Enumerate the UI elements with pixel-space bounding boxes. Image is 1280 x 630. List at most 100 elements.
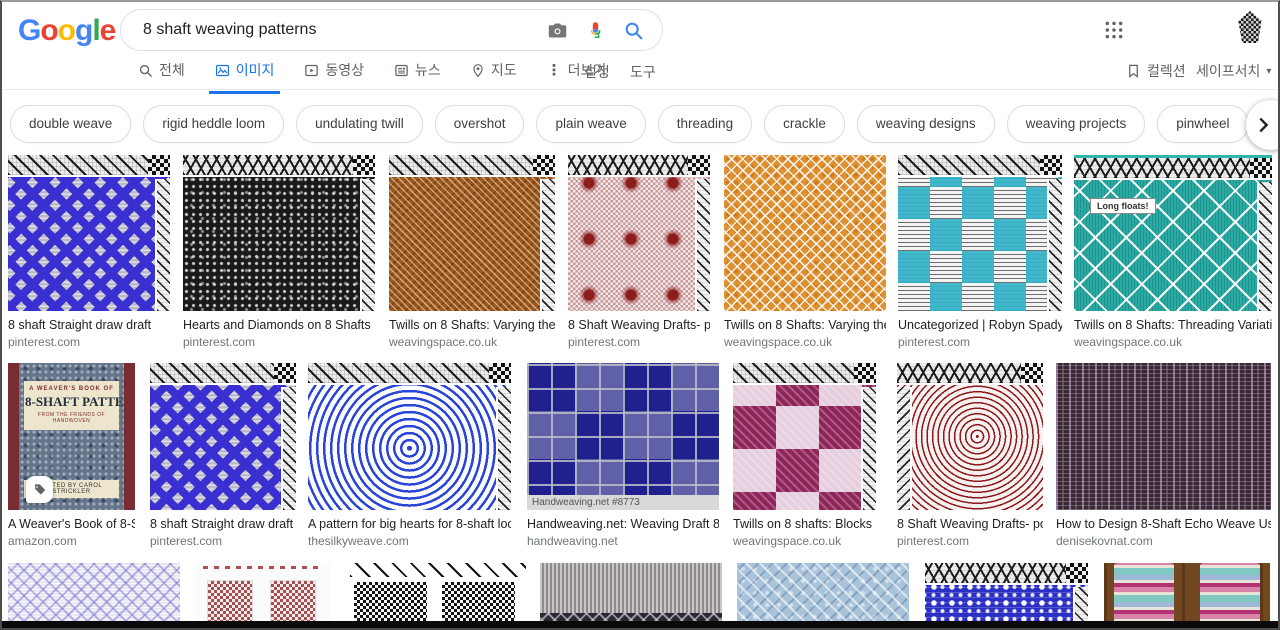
result-thumbnail[interactable] <box>898 155 1062 311</box>
tools-link[interactable]: 도구 <box>630 62 656 82</box>
result-title[interactable]: Twills on 8 Shafts: Varying the ... <box>389 318 555 332</box>
weaving-draft-strip <box>897 363 1043 385</box>
product-tag-badge[interactable] <box>26 476 53 503</box>
result-domain[interactable]: pinterest.com <box>150 534 296 548</box>
tab-images[interactable]: 이미지 <box>208 60 281 94</box>
voice-search-icon[interactable] <box>582 17 608 43</box>
image-result: Long floats! Twills on 8 Shafts: Threadi… <box>1074 155 1272 349</box>
result-title[interactable]: Twills on 8 shafts: Blocks | ... <box>733 517 876 531</box>
safesearch-dropdown[interactable]: 세이프서치 ▾ <box>1196 61 1271 81</box>
result-title[interactable]: A pattern for big hearts for 8-shaft loo… <box>308 517 511 531</box>
image-result: Hearts and Diamonds on 8 Shafts 10 ... p… <box>183 155 375 349</box>
result-title[interactable]: Uncategorized | Robyn Spady's ... <box>898 318 1062 332</box>
result-title[interactable]: Twills on 8 Shafts: Threading Variatio..… <box>1074 318 1272 332</box>
chip-double-weave[interactable]: double weave <box>10 105 132 143</box>
tab-maps[interactable]: 지도 <box>471 60 517 84</box>
chip-undulating-twill[interactable]: undulating twill <box>296 105 423 143</box>
header-divider <box>0 89 1280 90</box>
chevron-down-icon: ▾ <box>1266 65 1272 77</box>
image-annotation-label: Long floats! <box>1090 198 1156 214</box>
logo-letter: G <box>18 14 41 47</box>
camera-icon[interactable] <box>544 17 570 43</box>
chip-weaving-projects[interactable]: weaving projects <box>1006 105 1146 143</box>
logo-letter: o <box>40 14 58 47</box>
result-thumbnail[interactable] <box>733 363 876 510</box>
result-title[interactable]: A Weaver's Book of 8-S... <box>8 517 135 531</box>
related-search-chips: double weave rigid heddle loom undulatin… <box>0 102 1280 146</box>
result-thumbnail[interactable]: Long floats! <box>1074 155 1272 311</box>
result-thumbnail-book-cover[interactable]: A WEAVER'S BOOK OF 8-SHAFT PATTERNS FROM… <box>8 363 135 510</box>
result-domain[interactable]: pinterest.com <box>568 335 710 349</box>
image-result: Twills on 8 Shafts: Varying the ... weav… <box>724 155 886 349</box>
result-thumbnail[interactable] <box>8 155 170 311</box>
settings-link[interactable]: 설정 <box>584 62 610 82</box>
result-domain[interactable]: thesilkyweave.com <box>308 534 511 548</box>
google-logo[interactable]: Google <box>18 14 116 48</box>
result-thumbnail[interactable] <box>150 363 296 510</box>
result-domain[interactable]: pinterest.com <box>183 335 375 349</box>
result-title[interactable]: 8 shaft Straight draw draft <box>8 318 170 332</box>
result-domain[interactable]: denisekovnat.com <box>1056 534 1271 548</box>
result-thumbnail[interactable] <box>8 563 180 630</box>
weaving-draft-strip <box>360 179 375 311</box>
tab-all[interactable]: 전체 <box>138 60 185 84</box>
result-title[interactable]: 8 Shaft Weaving Drafts- p... <box>568 318 710 332</box>
collections-button[interactable]: 컬렉션 <box>1126 61 1186 81</box>
result-thumbnail[interactable] <box>925 563 1088 630</box>
result-title[interactable]: 8 Shaft Weaving Drafts- poi... <box>897 517 1043 531</box>
result-domain[interactable]: weavingspace.co.uk <box>389 335 555 349</box>
result-thumbnail[interactable] <box>308 363 511 510</box>
result-domain[interactable]: pinterest.com <box>898 335 1062 349</box>
account-avatar[interactable] <box>1238 11 1262 43</box>
result-thumbnail[interactable] <box>1056 363 1271 510</box>
result-thumbnail[interactable] <box>897 363 1043 510</box>
weaving-draft-strip <box>1257 182 1272 311</box>
search-input[interactable]: 8 shaft weaving patterns <box>143 21 532 39</box>
result-thumbnail[interactable] <box>350 563 526 630</box>
google-images-page: Google 8 shaft weaving patterns 전체 이미지 동… <box>0 0 1280 630</box>
result-title[interactable]: Handweaving.net: Weaving Draft 8 sh... <box>527 517 719 531</box>
result-thumbnail[interactable] <box>183 155 375 311</box>
result-thumbnail[interactable] <box>737 563 909 630</box>
result-thumbnail[interactable] <box>389 155 555 311</box>
chip-crackle[interactable]: crackle <box>764 105 845 143</box>
bookmark-icon <box>1129 64 1138 78</box>
result-domain[interactable]: weavingspace.co.uk <box>1074 335 1272 349</box>
result-domain[interactable]: pinterest.com <box>8 335 170 349</box>
weaving-draft-strip <box>568 155 710 177</box>
result-domain[interactable]: amazon.com <box>8 534 135 548</box>
result-domain[interactable]: weavingspace.co.uk <box>733 534 876 548</box>
result-thumbnail[interactable] <box>540 563 722 630</box>
result-thumbnail[interactable] <box>724 155 886 311</box>
result-domain[interactable]: pinterest.com <box>897 534 1043 548</box>
result-title[interactable]: Hearts and Diamonds on 8 Shafts 10 ... <box>183 318 375 332</box>
search-box[interactable]: 8 shaft weaving patterns <box>120 9 663 51</box>
chip-pinwheel[interactable]: pinwheel <box>1157 105 1249 143</box>
image-result: 8 shaft Straight draw draft pinterest.co… <box>8 155 170 349</box>
result-thumbnail[interactable] <box>568 155 710 311</box>
result-title[interactable]: Twills on 8 Shafts: Varying the ... <box>724 318 886 332</box>
result-title[interactable]: 8 shaft Straight draw draft <box>150 517 296 531</box>
result-thumbnail[interactable]: Handweaving.net #8773 <box>527 363 719 510</box>
apps-grid-icon[interactable] <box>1104 20 1124 40</box>
image-watermark-caption: Handweaving.net #8773 <box>527 495 719 510</box>
search-submit-icon[interactable] <box>620 17 646 43</box>
video-icon <box>305 64 319 76</box>
chip-threading[interactable]: threading <box>657 105 753 143</box>
result-thumbnail[interactable] <box>1104 563 1270 630</box>
weaving-draft-strip <box>155 179 170 311</box>
tab-videos[interactable]: 동영상 <box>304 60 364 84</box>
image-result: Handweaving.net #8773 Handweaving.net: W… <box>527 363 719 548</box>
result-title[interactable]: How to Design 8-Shaft Echo Weave Using .… <box>1056 517 1271 531</box>
chip-overshot[interactable]: overshot <box>434 105 525 143</box>
result-domain[interactable]: weavingspace.co.uk <box>724 335 886 349</box>
tab-news[interactable]: 뉴스 <box>394 60 441 84</box>
result-domain[interactable]: handweaving.net <box>527 534 719 548</box>
result-type-tabs: 전체 이미지 동영상 뉴스 지도 ⋮ 더보기 <box>138 60 606 94</box>
chip-weaving-designs[interactable]: weaving designs <box>856 105 995 143</box>
chip-plain-weave[interactable]: plain weave <box>536 105 646 143</box>
chip-rigid-heddle-loom[interactable]: rigid heddle loom <box>143 105 285 143</box>
weaving-draft-strip <box>308 363 511 385</box>
weaving-draft-strip <box>897 387 912 510</box>
result-thumbnail[interactable]: Joseph France's No. 11 8 shaft draft <box>195 563 331 630</box>
